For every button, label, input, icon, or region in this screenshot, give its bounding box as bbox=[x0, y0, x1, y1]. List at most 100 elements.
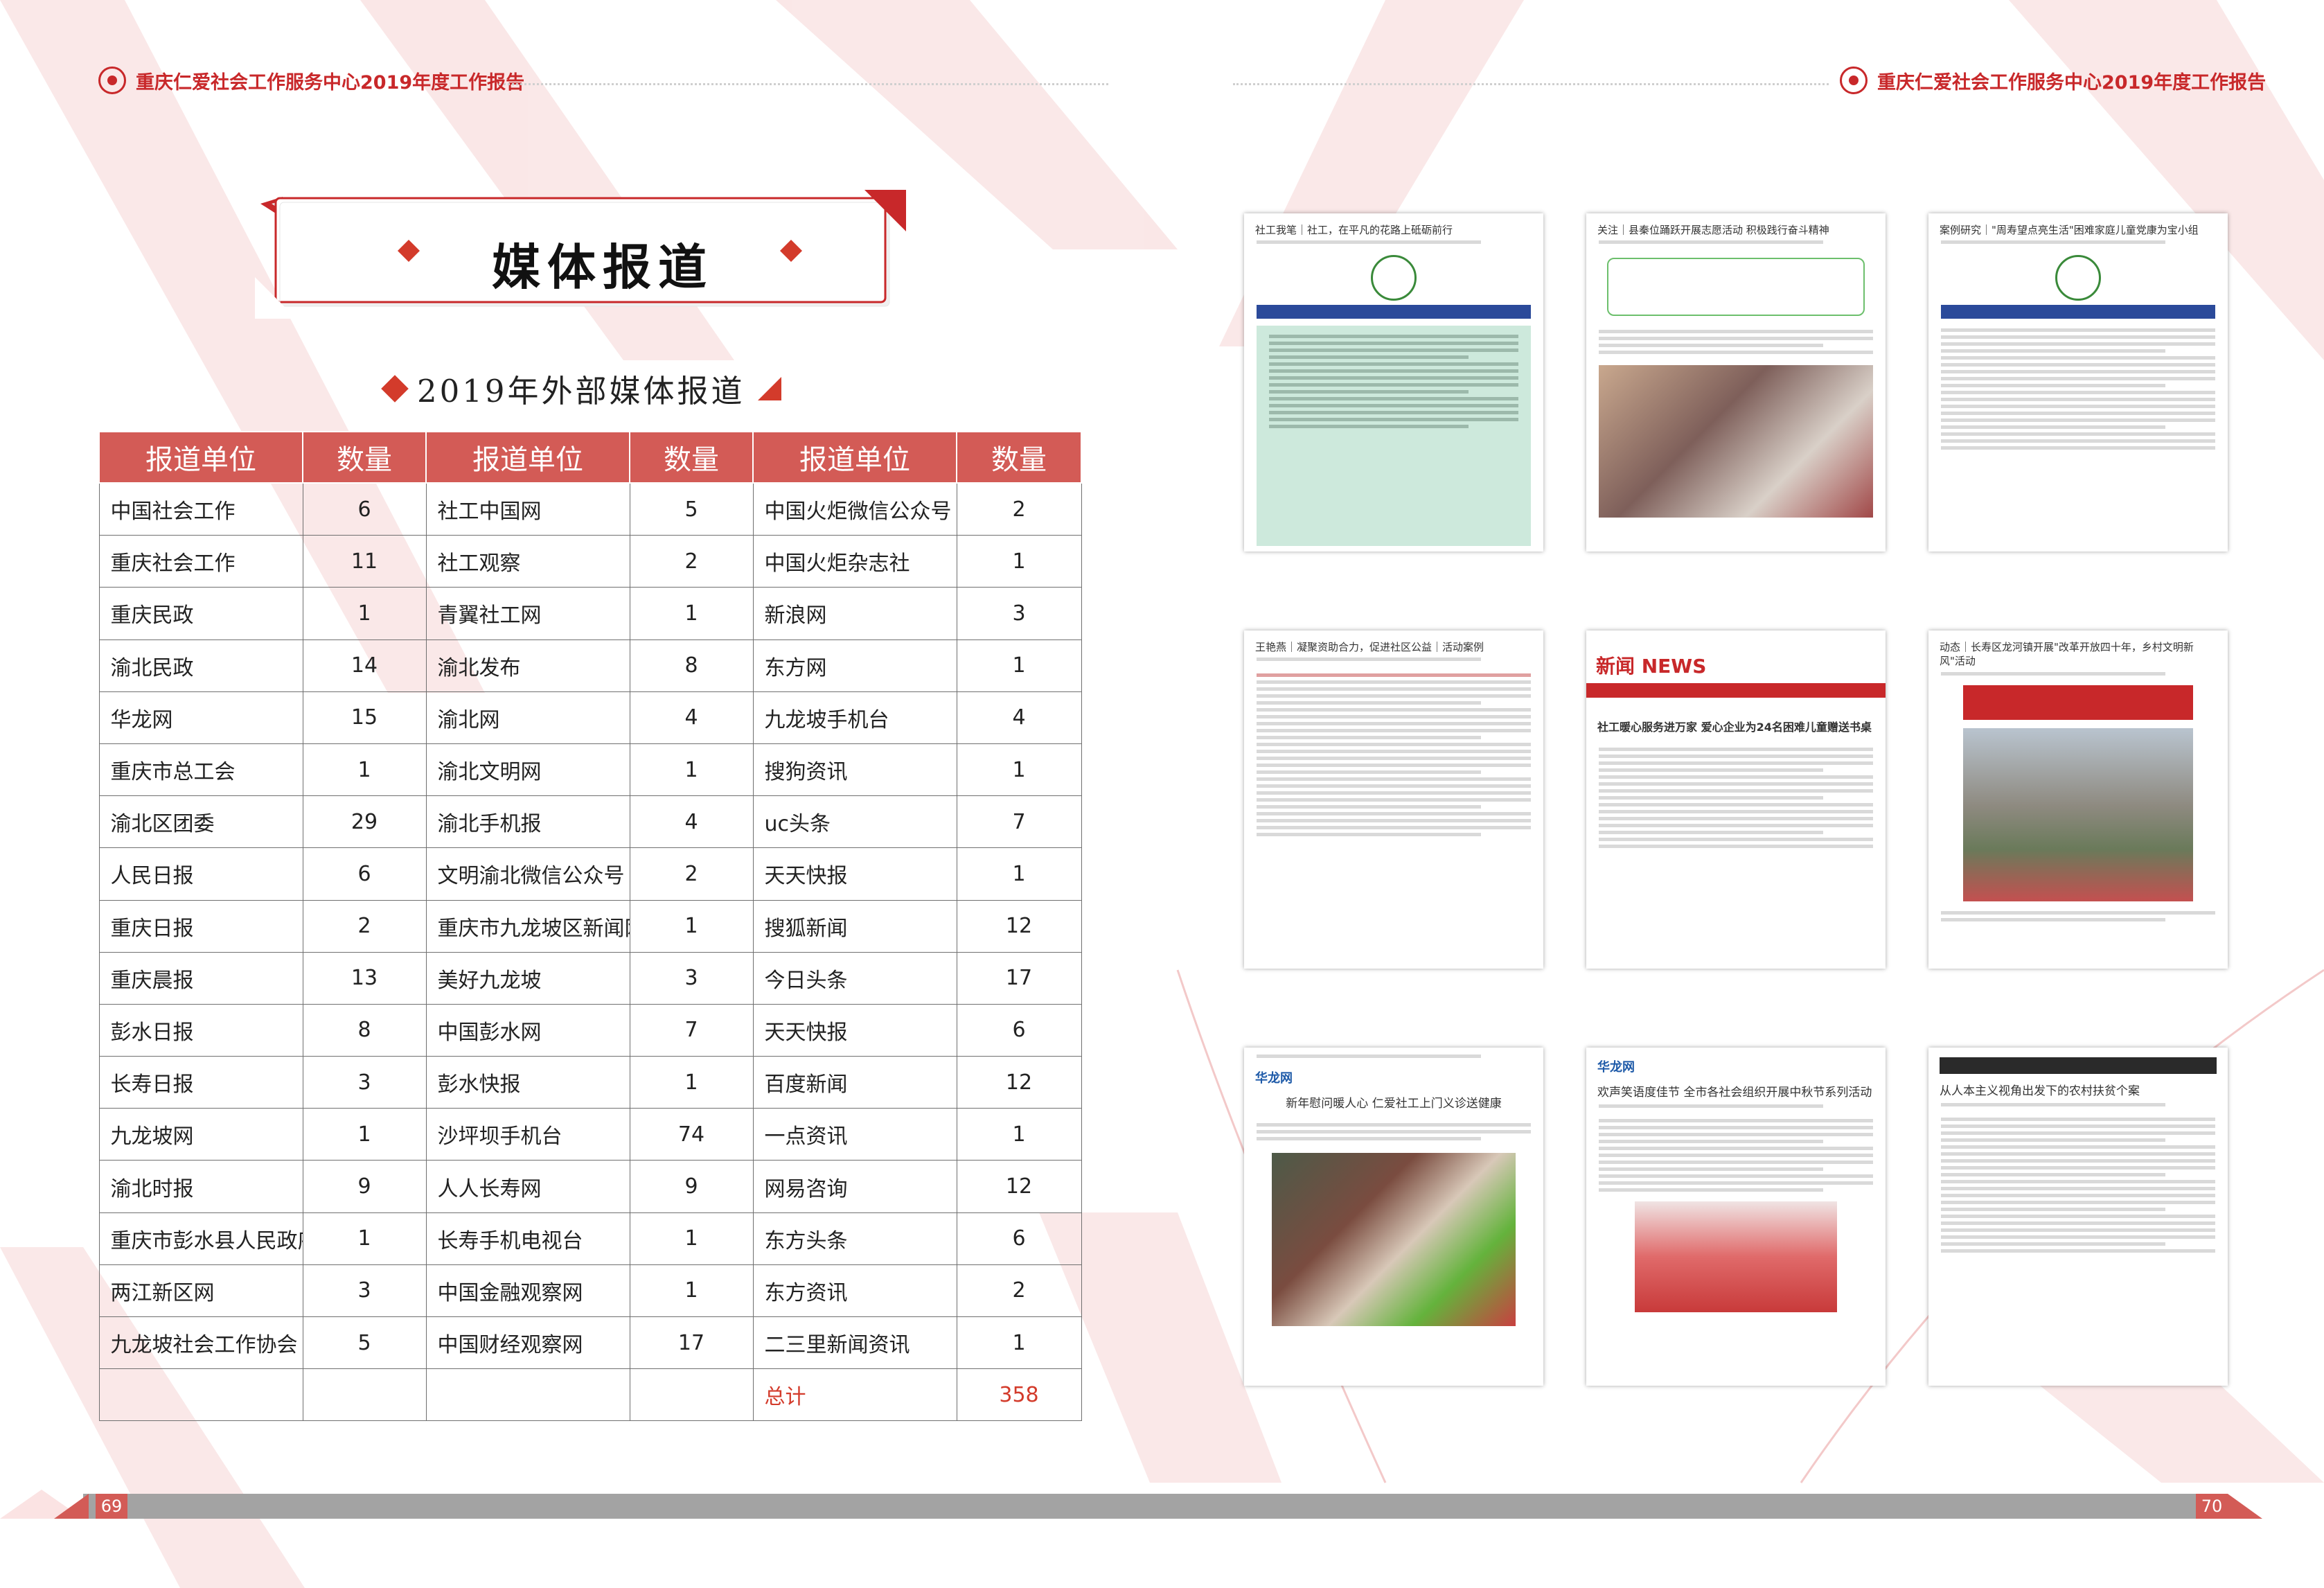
footer-corner-left-icon bbox=[54, 1494, 89, 1519]
outlet-cell: 重庆日报 bbox=[98, 899, 303, 953]
footer-corner-right-icon bbox=[2228, 1494, 2262, 1519]
event-photo bbox=[1272, 1152, 1516, 1326]
clipping-card: 从人本主义视角出发下的农村扶贫个案 bbox=[1928, 1048, 2228, 1386]
outlet-cell: 中国火炬杂志社 bbox=[752, 535, 957, 588]
outlet-cell: 中国金融观察网 bbox=[425, 1264, 630, 1318]
table-row: 重庆晨报 13 美好九龙坡 3 今日头条 17 bbox=[98, 951, 1082, 1005]
outlet-cell: 人人长寿网 bbox=[425, 1160, 630, 1213]
column-header-outlet: 报道单位 bbox=[98, 431, 303, 484]
outlet-cell bbox=[98, 1368, 303, 1422]
count-cell: 17 bbox=[629, 1316, 754, 1370]
column-header-count: 数量 bbox=[956, 431, 1082, 484]
table-row: 两江新区网 3 中国金融观察网 1 东方资讯 2 bbox=[98, 1264, 1082, 1318]
clipping-card: 新闻 NEWS 社工暖心服务进万家 爱心企业为24名困难儿童赠送书桌 bbox=[1586, 630, 1886, 969]
count-cell: 7 bbox=[956, 795, 1082, 849]
count-cell: 5 bbox=[629, 482, 754, 536]
count-cell: 9 bbox=[629, 1160, 754, 1213]
column-header-count: 数量 bbox=[629, 431, 754, 484]
count-cell: 1 bbox=[302, 743, 427, 797]
corner-triangle-icon bbox=[757, 376, 781, 400]
table-row: 重庆市总工会 1 渝北文明网 1 搜狗资讯 1 bbox=[98, 743, 1082, 797]
count-cell: 1 bbox=[629, 1264, 754, 1318]
outlet-cell: 天天快报 bbox=[752, 847, 957, 901]
outlet-cell: 两江新区网 bbox=[98, 1264, 303, 1318]
news-masthead: 新闻 NEWS bbox=[1596, 655, 1707, 678]
clipping-card: 关注｜县秦位踊跃开展志愿活动 积极践行奋斗精神 bbox=[1586, 213, 1886, 552]
count-cell: 3 bbox=[956, 587, 1082, 640]
count-cell: 4 bbox=[956, 691, 1082, 744]
outlet-cell: 天天快报 bbox=[752, 1003, 957, 1057]
outlet-cell: 搜狐新闻 bbox=[752, 899, 957, 953]
diamond-bullet-icon bbox=[381, 374, 409, 403]
count-cell: 9 bbox=[302, 1160, 427, 1213]
count-cell: 358 bbox=[956, 1368, 1082, 1422]
count-cell: 15 bbox=[302, 691, 427, 744]
outlet-cell: 渝北手机报 bbox=[425, 795, 630, 849]
count-cell: 1 bbox=[629, 1212, 754, 1265]
count-cell: 74 bbox=[629, 1108, 754, 1161]
column-header-outlet: 报道单位 bbox=[425, 431, 630, 484]
count-cell: 6 bbox=[302, 482, 427, 536]
clipping-headline: 社工暖心服务进万家 爱心企业为24名困难儿童赠送书桌 bbox=[1597, 721, 1872, 734]
page-number-right: 70 bbox=[2196, 1494, 2228, 1519]
count-cell: 6 bbox=[302, 847, 427, 901]
outlet-cell: 一点资讯 bbox=[752, 1108, 957, 1161]
count-cell: 7 bbox=[629, 1003, 754, 1057]
outlet-cell: uc头条 bbox=[752, 795, 957, 849]
count-cell: 2 bbox=[956, 1264, 1082, 1318]
clipping-headline: 新年慰问暖人心 仁爱社工上门义诊送健康 bbox=[1286, 1097, 1502, 1111]
table-row: 华龙网 15 渝北网 4 九龙坡手机台 4 bbox=[98, 691, 1082, 744]
subtitle-text: 2019年外部媒体报道 bbox=[417, 373, 745, 409]
outlet-cell: 社工中国网 bbox=[425, 482, 630, 536]
outlet-cell: 社工观察 bbox=[425, 535, 630, 588]
count-cell: 2 bbox=[302, 899, 427, 953]
outlet-cell: 渝北网 bbox=[425, 691, 630, 744]
site-logo: 华龙网 bbox=[1255, 1071, 1293, 1086]
table-row: 重庆市彭水县人民政府网1长寿手机电视台1东方头条6 bbox=[98, 1212, 1082, 1265]
table-row: 总计 358 bbox=[98, 1368, 1082, 1422]
table-row: 重庆民政 1 青翼社工网 1 新浪网 3 bbox=[98, 587, 1082, 640]
count-cell: 1 bbox=[956, 535, 1082, 588]
outlet-cell: 中国社会工作 bbox=[98, 482, 303, 536]
table-row: 重庆社会工作 11 社工观察 2 中国火炬杂志社 1 bbox=[98, 535, 1082, 588]
count-cell: 1 bbox=[956, 1108, 1082, 1161]
section-subtitle: 2019年外部媒体报道 bbox=[381, 366, 781, 411]
count-cell bbox=[629, 1368, 754, 1422]
table-row: 渝北时报 9 人人长寿网 9 网易咨询 12 bbox=[98, 1160, 1082, 1213]
header-divider-left bbox=[499, 83, 1108, 85]
report-title-right: 重庆仁爱社会工作服务中心2019年度工作报告 bbox=[1877, 71, 2267, 94]
outlet-cell: 渝北时报 bbox=[98, 1160, 303, 1213]
outlet-cell: 九龙坡手机台 bbox=[752, 691, 957, 744]
count-cell: 1 bbox=[956, 1316, 1082, 1370]
clipping-headline: 关注｜县秦位踊跃开展志愿活动 积极践行奋斗精神 bbox=[1597, 224, 1829, 236]
outlet-cell: 沙坪坝手机台 bbox=[425, 1108, 630, 1161]
org-logo-icon bbox=[1371, 255, 1417, 301]
outlet-cell: 中国彭水网 bbox=[425, 1003, 630, 1057]
outlet-cell: 重庆民政 bbox=[98, 587, 303, 640]
clipping-headline: 社工我笔｜社工，在平凡的花路上砥砺前行 bbox=[1255, 224, 1453, 236]
outlet-cell: 今日头条 bbox=[752, 951, 957, 1005]
page-header-right: 重庆仁爱社会工作服务中心2019年度工作报告 bbox=[1840, 67, 2266, 94]
outlet-cell: 青翼社工网 bbox=[425, 587, 630, 640]
count-cell: 1 bbox=[956, 847, 1082, 901]
table-row: 长寿日报 3 彭水快报 1 百度新闻 12 bbox=[98, 1056, 1082, 1109]
outlet-cell: 东方网 bbox=[752, 639, 957, 692]
event-photo bbox=[1963, 727, 2193, 901]
outlet-cell: 重庆社会工作 bbox=[98, 535, 303, 588]
clipping-card: 案例研究｜"周寿望点亮生活"困难家庭儿童党康为宝小组 bbox=[1928, 213, 2228, 552]
count-cell: 1 bbox=[302, 1212, 427, 1265]
count-cell: 1 bbox=[302, 587, 427, 640]
clipping-headline: 案例研究｜"周寿望点亮生活"困难家庭儿童党康为宝小组 bbox=[1940, 224, 2199, 236]
count-cell: 2 bbox=[629, 535, 754, 588]
outlet-cell: 总计 bbox=[752, 1368, 957, 1422]
event-photo bbox=[1599, 365, 1873, 518]
count-cell: 17 bbox=[956, 951, 1082, 1005]
count-cell: 6 bbox=[956, 1003, 1082, 1057]
table-row: 渝北民政 14 渝北发布 8 东方网 1 bbox=[98, 639, 1082, 692]
column-header-count: 数量 bbox=[302, 431, 427, 484]
count-cell: 1 bbox=[956, 743, 1082, 797]
outlet-cell: 搜狗资讯 bbox=[752, 743, 957, 797]
count-cell: 1 bbox=[956, 639, 1082, 692]
count-cell: 1 bbox=[629, 587, 754, 640]
clipping-card: 动态｜长寿区龙河镇开展"改革开放四十年，乡村文明新风"活动 bbox=[1928, 630, 2228, 969]
